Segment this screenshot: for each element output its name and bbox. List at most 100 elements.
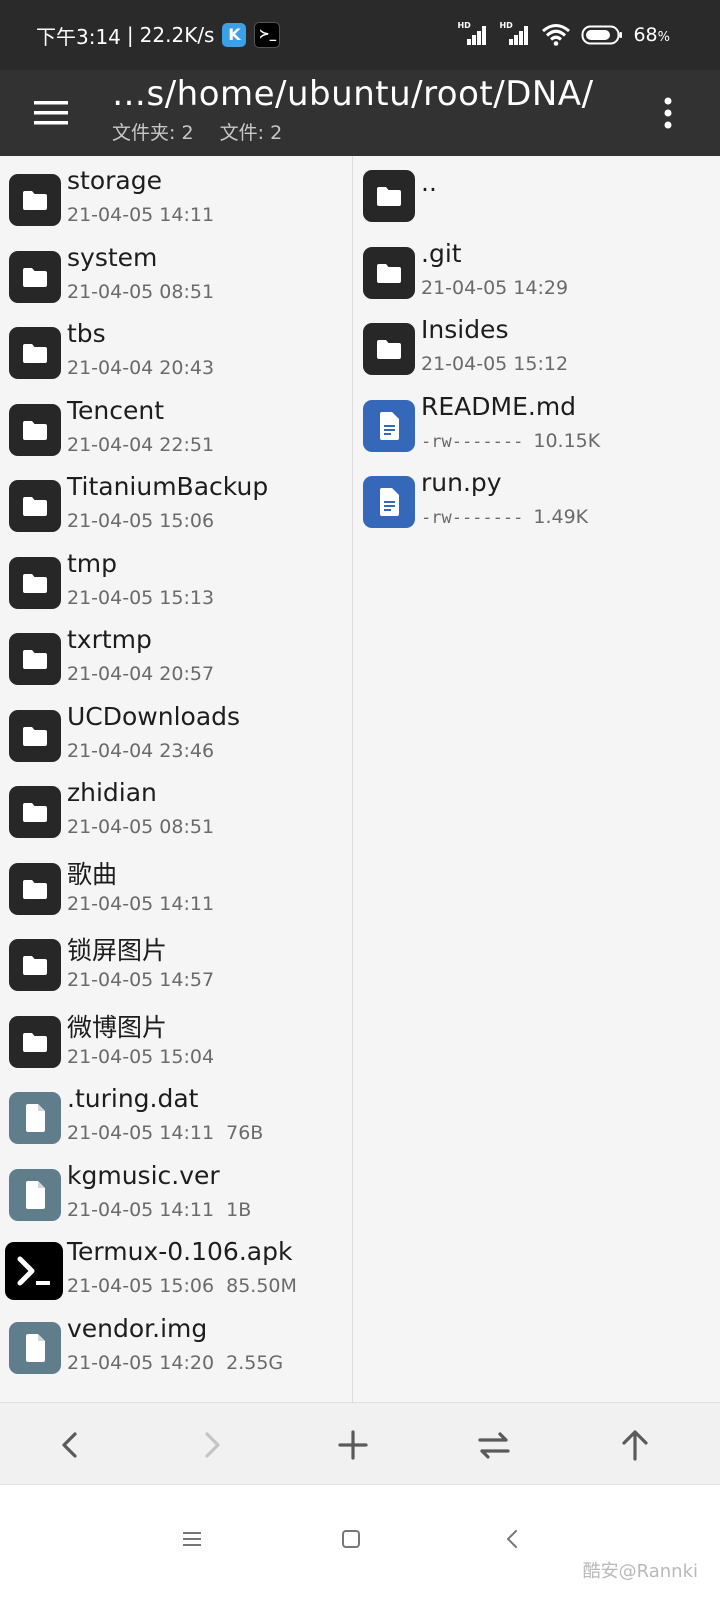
item-name: .turing.dat — [67, 1084, 199, 1113]
left-row-system[interactable]: system 21-04-05 08:51 — [0, 243, 352, 319]
folder-icon — [9, 327, 61, 379]
back-button[interactable] — [48, 1423, 92, 1467]
status-right: HD HD 68% — [457, 20, 670, 50]
more-options-button[interactable] — [656, 88, 680, 138]
left-row-tmp[interactable]: tmp 21-04-05 15:13 — [0, 549, 352, 625]
folder-icon — [9, 480, 61, 532]
system-navigation-bar: 酷安@Rannki — [0, 1484, 720, 1601]
folder-icon — [9, 786, 61, 838]
right-row-run-py[interactable]: run.py -rw------- 1.49K — [353, 468, 720, 544]
menu-button[interactable] — [28, 90, 74, 136]
left-row-歌曲[interactable]: 歌曲 21-04-05 14:11 — [0, 855, 352, 931]
file-icon — [9, 1321, 61, 1374]
item-meta: 21-04-04 22:51 — [67, 433, 215, 456]
forward-button[interactable] — [190, 1423, 234, 1467]
left-row-turing-dat[interactable]: .turing.dat 21-04-05 14:11 76B — [0, 1084, 352, 1160]
status-left: 下午3:14 | 22.2K/s K ≻_ — [36, 20, 281, 50]
item-meta: -rw------- 1.49K — [421, 506, 588, 528]
left-row-termux-0-106-apk[interactable]: Termux-0.106.apk 21-04-05 15:06 85.50M — [0, 1237, 352, 1313]
left-row-微博图片[interactable]: 微博图片 21-04-05 15:04 — [0, 1008, 352, 1084]
item-meta: 21-04-05 08:51 — [67, 280, 215, 303]
item-name: Insides — [421, 315, 509, 344]
item-name: 歌曲 — [67, 859, 118, 889]
folder-icon — [9, 939, 61, 991]
item-permissions: -rw------- — [421, 508, 524, 528]
termux-app-icon: ≻_ — [254, 22, 281, 48]
folder-icon — [9, 403, 61, 456]
left-row-tbs[interactable]: tbs 21-04-04 20:43 — [0, 319, 352, 395]
right-row-item[interactable]: .. — [353, 162, 720, 238]
left-row-kgmusic-ver[interactable]: kgmusic.ver 21-04-05 14:11 1B — [0, 1161, 352, 1237]
forward-icon — [205, 1432, 220, 1458]
wifi-icon — [542, 24, 571, 46]
item-meta: 21-04-04 23:46 — [67, 739, 215, 762]
up-icon — [622, 1430, 648, 1461]
item-meta: 21-04-05 15:12 — [421, 353, 569, 375]
left-file-pane[interactable]: storage 21-04-05 14:11 system 21-04-05 08:5… — [0, 156, 352, 1402]
network-speed: 22.2K/s — [139, 23, 215, 47]
item-meta: 21-04-05 14:11 — [67, 204, 215, 226]
item-meta: 21-04-05 14:29 — [421, 276, 569, 299]
folder-icon — [9, 862, 61, 915]
home-button[interactable] — [337, 1525, 365, 1553]
kuan-app-icon: K — [222, 23, 247, 47]
cut-off-row — [0, 156, 352, 166]
right-file-pane[interactable]: .. .git 21-04-05 14:29 Insides 21-04-05 15:1… — [352, 156, 720, 1402]
item-name: README.md — [421, 391, 577, 421]
item-size: 10.15K — [533, 429, 601, 452]
signal-2-icon: HD — [499, 21, 531, 47]
item-name: 锁屏图片 — [67, 936, 168, 965]
system-back-icon — [507, 1530, 517, 1548]
left-row-zhidian[interactable]: zhidian 21-04-05 08:51 — [0, 778, 352, 854]
swap-panes-button[interactable] — [472, 1423, 516, 1467]
item-name: run.py — [421, 468, 502, 497]
folder-icon — [9, 250, 61, 303]
left-row-ucdownloads[interactable]: UCDownloads 21-04-04 23:46 — [0, 702, 352, 778]
item-name: txrtmp — [67, 625, 152, 654]
item-meta: 21-04-05 14:11 — [67, 892, 215, 915]
add-button[interactable] — [331, 1423, 375, 1467]
left-row-锁屏图片[interactable]: 锁屏图片 21-04-05 14:57 — [0, 931, 352, 1007]
left-row-titaniumbackup[interactable]: TitaniumBackup 21-04-05 15:06 — [0, 472, 352, 548]
file-count: 文件: 2 — [219, 122, 283, 144]
file-icon — [9, 1168, 61, 1221]
item-meta: 21-04-05 08:51 — [67, 816, 215, 838]
folder-icon — [9, 633, 61, 685]
folder-icon — [9, 556, 61, 609]
file-icon — [9, 1092, 61, 1144]
right-row-git[interactable]: .git 21-04-05 14:29 — [353, 239, 720, 315]
document-icon — [363, 476, 415, 528]
folder-icon — [9, 709, 61, 762]
item-meta: -rw------- 10.15K — [421, 430, 600, 452]
item-name: tmp — [67, 548, 118, 578]
recents-button[interactable] — [178, 1525, 206, 1553]
hamburger-icon — [34, 101, 68, 125]
item-meta: 21-04-05 15:06 85.50M — [67, 1275, 297, 1297]
recents-icon — [183, 1532, 201, 1546]
system-back-button[interactable] — [499, 1525, 527, 1553]
folder-icon — [9, 174, 61, 226]
item-name: kgmusic.ver — [67, 1160, 220, 1190]
item-name: vendor.img — [67, 1313, 208, 1343]
item-meta: 21-04-04 20:43 — [67, 357, 215, 379]
item-size: 1.49K — [533, 506, 589, 528]
current-path[interactable]: …s/home/ubuntu/root/DNA/ — [112, 74, 594, 114]
more-vertical-icon — [664, 97, 672, 129]
item-name: Termux-0.106.apk — [67, 1237, 293, 1266]
left-row-tencent[interactable]: Tencent 21-04-04 22:51 — [0, 396, 352, 472]
left-row-vendor-img[interactable]: vendor.img 21-04-05 14:20 2.55G — [0, 1314, 352, 1390]
parent-directory-button[interactable] — [613, 1423, 657, 1467]
back-icon — [62, 1432, 77, 1458]
folder-icon — [9, 1015, 61, 1068]
item-meta: 21-04-05 15:04 — [67, 1045, 215, 1068]
signal-1-icon: HD — [457, 21, 489, 47]
right-row-insides[interactable]: Insides 21-04-05 15:12 — [353, 315, 720, 391]
folder-icon — [363, 323, 415, 375]
left-row-storage[interactable]: storage 21-04-05 14:11 — [0, 166, 352, 242]
right-row-readme-md[interactable]: README.md -rw------- 10.15K — [353, 392, 720, 468]
swap-icon — [478, 1432, 510, 1459]
item-name: UCDownloads — [67, 701, 241, 731]
item-name: zhidian — [67, 778, 157, 807]
item-meta: 21-04-05 15:13 — [67, 586, 215, 609]
left-row-txrtmp[interactable]: txrtmp 21-04-04 20:57 — [0, 625, 352, 701]
